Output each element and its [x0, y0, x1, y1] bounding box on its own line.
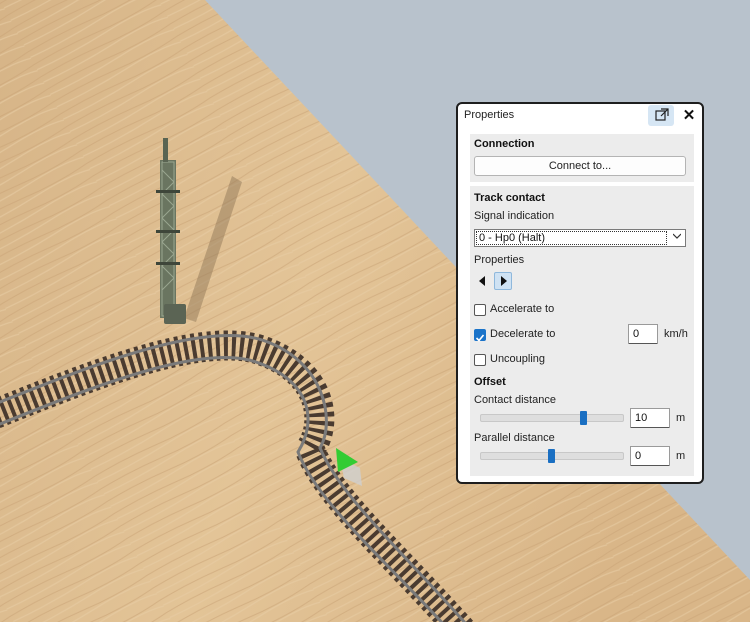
panel-titlebar: Properties ✕	[458, 104, 702, 128]
panel-title: Properties	[464, 109, 515, 121]
parallel-distance-label: Parallel distance	[474, 432, 555, 444]
track-contact-heading: Track contact	[474, 192, 545, 204]
accelerate-label: Accelerate to	[490, 303, 555, 315]
chevron-down-icon	[673, 233, 681, 239]
offset-heading: Offset	[474, 376, 506, 388]
popout-icon	[655, 108, 669, 121]
contact-distance-unit: m	[676, 412, 686, 424]
next-button[interactable]	[494, 272, 512, 290]
uncoupling-label: Uncoupling	[490, 353, 546, 365]
connect-to-button[interactable]: Connect to...	[474, 156, 686, 176]
triangle-left-icon	[479, 276, 485, 286]
decelerate-unit: km/h	[664, 328, 688, 340]
triangle-right-icon	[501, 276, 507, 286]
decelerate-speed-input[interactable]: 0	[628, 324, 658, 344]
signal-indication-value: 0 - Hp0 (Halt)	[479, 232, 546, 244]
parallel-distance-unit: m	[676, 450, 686, 462]
check-icon	[475, 334, 485, 342]
parallel-distance-input[interactable]: 0	[630, 446, 670, 466]
signal-indication-label: Signal indication	[474, 210, 555, 222]
decelerate-speed-value: 0	[633, 328, 640, 340]
contact-distance-slider[interactable]	[480, 414, 624, 422]
properties-panel: Properties ✕ Connection Connect to... Tr…	[456, 102, 704, 484]
uncoupling-checkbox[interactable]	[474, 354, 486, 366]
close-button[interactable]: ✕	[678, 105, 700, 126]
decelerate-checkbox[interactable]	[474, 329, 486, 342]
previous-button[interactable]	[474, 272, 492, 290]
contact-distance-input[interactable]: 10	[630, 408, 670, 428]
parallel-distance-thumb[interactable]	[548, 449, 555, 463]
contact-distance-thumb[interactable]	[580, 411, 587, 425]
track-contact-section: Track contact Signal indication 0 - Hp0 …	[470, 186, 694, 476]
parallel-distance-value: 0	[635, 450, 642, 462]
properties-label: Properties	[474, 254, 525, 266]
close-icon: ✕	[682, 107, 696, 124]
connection-heading: Connection	[474, 138, 535, 150]
connect-to-label: Connect to...	[548, 160, 612, 172]
contact-distance-label: Contact distance	[474, 394, 556, 406]
decelerate-label: Decelerate to	[490, 328, 556, 340]
popout-button[interactable]	[648, 105, 674, 126]
signal-indication-select[interactable]: 0 - Hp0 (Halt)	[474, 229, 686, 247]
accelerate-checkbox[interactable]	[474, 304, 486, 316]
contact-distance-value: 10	[635, 412, 648, 424]
connection-section: Connection Connect to...	[470, 134, 694, 182]
